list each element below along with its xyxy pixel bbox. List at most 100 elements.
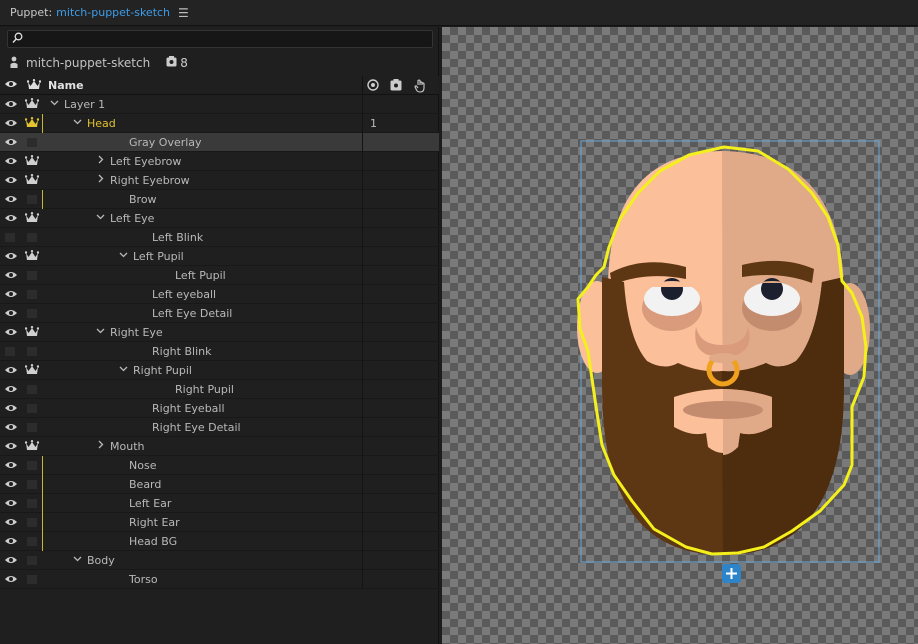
- visibility-eye-icon[interactable]: [4, 555, 18, 565]
- chevron-down-icon[interactable]: [50, 98, 59, 110]
- layer-row[interactable]: Right Eye: [0, 323, 439, 342]
- visibility-eye-icon[interactable]: [4, 460, 18, 470]
- layer-row[interactable]: Gray Overlay: [0, 133, 439, 152]
- independent-crown-icon[interactable]: [24, 364, 40, 376]
- chevron-down-icon[interactable]: [119, 250, 128, 262]
- column-divider[interactable]: [362, 76, 363, 95]
- chevron-right-icon[interactable]: [96, 155, 105, 167]
- layer-row[interactable]: Left eyeball: [0, 285, 439, 304]
- chevron-down-icon[interactable]: [73, 117, 82, 129]
- lips[interactable]: [683, 401, 763, 419]
- layer-row[interactable]: Right Pupil: [0, 380, 439, 399]
- layer-row[interactable]: Right Ear: [0, 513, 439, 532]
- visibility-eye-icon[interactable]: [4, 384, 18, 394]
- crown-toggle-empty[interactable]: [27, 461, 37, 470]
- layer-row[interactable]: Left Pupil: [0, 247, 439, 266]
- independent-crown-icon[interactable]: [24, 250, 40, 262]
- crown-toggle-empty[interactable]: [27, 385, 37, 394]
- visibility-eye-icon[interactable]: [4, 137, 18, 147]
- layer-row[interactable]: Right Eyebrow: [0, 171, 439, 190]
- crown-toggle-empty[interactable]: [27, 537, 37, 546]
- crown-toggle-empty[interactable]: [27, 309, 37, 318]
- crown-toggle-empty[interactable]: [27, 138, 37, 147]
- visibility-eye-icon[interactable]: [4, 308, 18, 318]
- independent-crown-icon[interactable]: [24, 326, 40, 338]
- layer-row[interactable]: Layer 1: [0, 95, 439, 114]
- layer-row[interactable]: Left Pupil: [0, 266, 439, 285]
- crown-toggle-empty[interactable]: [27, 575, 37, 584]
- independent-crown-icon[interactable]: [24, 212, 40, 224]
- layer-row[interactable]: Right Eyeball: [0, 399, 439, 418]
- layer-row[interactable]: Right Eye Detail: [0, 418, 439, 437]
- visibility-eye-icon[interactable]: [4, 498, 18, 508]
- visibility-eye-icon[interactable]: [4, 327, 18, 337]
- chevron-down-icon[interactable]: [96, 212, 105, 224]
- visibility-eye-icon[interactable]: [4, 251, 18, 261]
- crown-toggle-empty[interactable]: [27, 233, 37, 242]
- layer-row[interactable]: Left Ear: [0, 494, 439, 513]
- visibility-toggle-empty[interactable]: [5, 347, 15, 356]
- visibility-toggle-empty[interactable]: [5, 233, 15, 242]
- layer-row[interactable]: Right Pupil: [0, 361, 439, 380]
- crown-toggle-empty[interactable]: [27, 423, 37, 432]
- puppet-name-title[interactable]: mitch-puppet-sketch: [56, 6, 170, 19]
- independent-crown-icon[interactable]: [24, 98, 40, 110]
- layer-row[interactable]: Mouth: [0, 437, 439, 456]
- layer-row[interactable]: Nose: [0, 456, 439, 475]
- visibility-eye-icon[interactable]: [4, 365, 18, 375]
- layer-name: Torso: [129, 573, 158, 586]
- visibility-eye-icon[interactable]: [4, 156, 18, 166]
- chevron-down-icon[interactable]: [96, 326, 105, 338]
- visibility-eye-icon[interactable]: [4, 99, 18, 109]
- independent-crown-icon[interactable]: [24, 155, 40, 167]
- layer-row[interactable]: Beard: [0, 475, 439, 494]
- crown-toggle-empty[interactable]: [27, 271, 37, 280]
- visibility-eye-icon[interactable]: [4, 194, 18, 204]
- nose-bridge[interactable]: [709, 353, 737, 363]
- layer-row[interactable]: Head BG: [0, 532, 439, 551]
- visibility-eye-icon[interactable]: [4, 213, 18, 223]
- visibility-eye-icon[interactable]: [4, 175, 18, 185]
- visibility-eye-icon[interactable]: [4, 403, 18, 413]
- visibility-eye-icon[interactable]: [4, 441, 18, 451]
- search-input[interactable]: [7, 30, 433, 48]
- layer-row[interactable]: Body: [0, 551, 439, 570]
- crown-toggle-empty[interactable]: [27, 290, 37, 299]
- crown-toggle-empty[interactable]: [27, 480, 37, 489]
- chevron-down-icon[interactable]: [119, 364, 128, 376]
- visibility-eye-icon[interactable]: [4, 479, 18, 489]
- chevron-right-icon[interactable]: [96, 174, 105, 186]
- visibility-eye-icon[interactable]: [4, 118, 18, 128]
- independent-crown-icon[interactable]: [24, 174, 40, 186]
- puppet-preview[interactable]: [442, 27, 918, 644]
- crown-toggle-empty[interactable]: [27, 518, 37, 527]
- crown-toggle-empty[interactable]: [27, 499, 37, 508]
- layer-row[interactable]: Right Blink: [0, 342, 439, 361]
- independent-crown-icon[interactable]: [24, 440, 40, 452]
- crown-toggle-empty[interactable]: [27, 347, 37, 356]
- visibility-eye-icon[interactable]: [4, 289, 18, 299]
- column-separator: [362, 247, 363, 266]
- visibility-eye-icon[interactable]: [4, 422, 18, 432]
- layer-row[interactable]: Left Blink: [0, 228, 439, 247]
- layer-row[interactable]: Torso: [0, 570, 439, 589]
- visibility-eye-icon[interactable]: [4, 270, 18, 280]
- crown-toggle-empty[interactable]: [27, 404, 37, 413]
- crown-toggle-empty[interactable]: [27, 556, 37, 565]
- layer-row[interactable]: Left Eyebrow: [0, 152, 439, 171]
- layer-row[interactable]: Left Eye: [0, 209, 439, 228]
- name-column-header[interactable]: Name: [48, 79, 84, 92]
- layer-row[interactable]: Brow: [0, 190, 439, 209]
- layer-name: Right Blink: [152, 345, 212, 358]
- layer-row[interactable]: Left Eye Detail: [0, 304, 439, 323]
- visibility-eye-icon[interactable]: [4, 536, 18, 546]
- chevron-down-icon[interactable]: [73, 554, 82, 566]
- visibility-eye-icon[interactable]: [4, 517, 18, 527]
- hamburger-icon[interactable]: ☰: [178, 6, 189, 20]
- visibility-eye-icon[interactable]: [4, 574, 18, 584]
- independent-crown-icon[interactable]: [24, 117, 40, 129]
- chevron-right-icon[interactable]: [96, 440, 105, 452]
- canvas-area[interactable]: [442, 27, 918, 644]
- crown-toggle-empty[interactable]: [27, 195, 37, 204]
- layer-row[interactable]: Head 1: [0, 114, 439, 133]
